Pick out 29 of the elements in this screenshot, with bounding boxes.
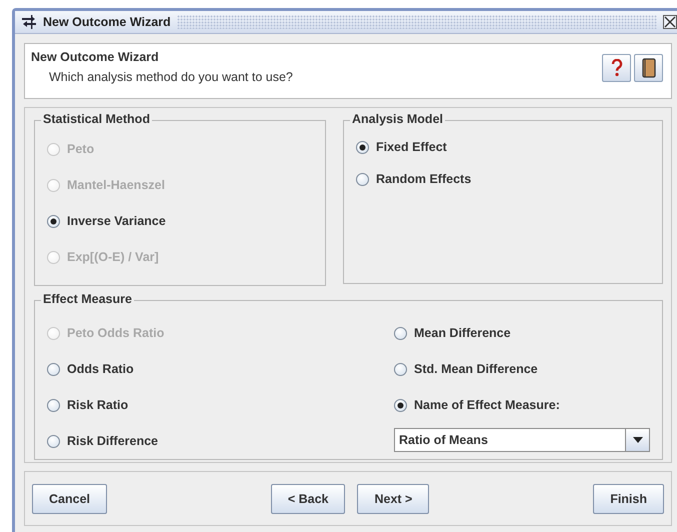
group-label: Statistical Method — [41, 112, 152, 126]
radio-option[interactable]: Name of Effect Measure: — [394, 398, 560, 412]
close-button[interactable] — [663, 15, 677, 29]
wizard-button[interactable]: Finish — [593, 484, 664, 514]
help-button[interactable] — [602, 54, 631, 82]
wizard-button[interactable]: Next > — [357, 484, 430, 514]
group-label: Effect Measure — [41, 292, 134, 306]
radio-option[interactable]: Std. Mean Difference — [394, 362, 538, 376]
dropdown-button[interactable] — [626, 428, 650, 452]
header-subtitle: Which analysis method do you want to use? — [48, 70, 293, 84]
radio-option[interactable]: Odds Ratio — [47, 362, 134, 376]
caret-icon — [632, 437, 642, 443]
radio-option[interactable]: Random Effects — [356, 172, 472, 186]
radio-option[interactable]: Mean Difference — [394, 326, 511, 340]
wizard-button[interactable]: < Back — [270, 484, 346, 514]
radio-option[interactable]: Fixed Effect — [356, 140, 447, 154]
help-icon — [610, 59, 622, 77]
group-label: Analysis Model — [350, 112, 445, 126]
book-icon — [642, 58, 656, 78]
radio-option[interactable]: Risk Ratio — [47, 398, 128, 412]
book-button[interactable] — [634, 54, 663, 82]
window-title: New Outcome Wizard — [43, 15, 171, 29]
radio-option[interactable]: Inverse Variance — [47, 214, 166, 228]
header-title: New Outcome Wizard — [31, 50, 160, 64]
close-icon — [664, 16, 676, 28]
radio-option[interactable]: Risk Difference — [47, 434, 158, 448]
arrows-icon — [21, 15, 37, 29]
effect-name-field[interactable]: Ratio of Means — [394, 428, 626, 452]
wizard-button[interactable]: Cancel — [32, 484, 107, 514]
